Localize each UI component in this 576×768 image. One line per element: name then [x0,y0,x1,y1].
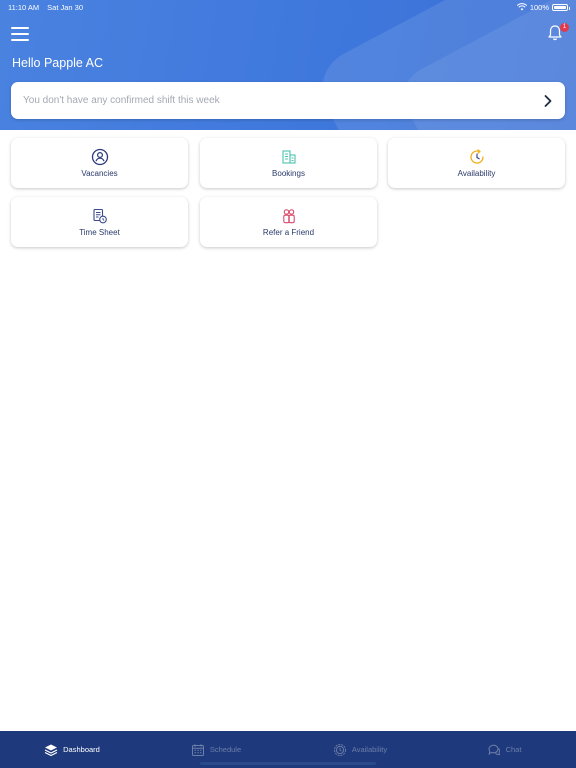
tile-refer-a-friend[interactable]: Refer a Friend [200,197,377,247]
tile-time-sheet[interactable]: Time Sheet [11,197,188,247]
tab-label: Dashboard [63,745,100,754]
menu-line [11,33,29,35]
greeting-text: Hello Papple AC [12,56,104,70]
hamburger-menu-button[interactable] [11,26,29,42]
tab-label: Chat [505,745,522,754]
battery-icon [552,3,570,11]
gear-clock-icon [333,743,346,756]
building-icon [281,150,296,164]
tile-label: Vacancies [81,169,118,178]
person-circle-icon [91,148,108,166]
menu-line [11,27,29,29]
status-bar: 11:10 AM Sat Jan 30 100% [0,0,576,14]
status-date: Sat Jan 30 [47,2,83,12]
tile-availability[interactable]: Availability [388,138,565,188]
layers-icon [44,744,58,756]
menu-line [11,39,29,41]
shift-message: You don't have any confirmed shift this … [23,95,220,106]
status-time: 11:10 AM [8,2,40,12]
timesheet-icon [92,208,107,224]
tab-dashboard[interactable]: Dashboard [0,731,144,768]
tile-bookings[interactable]: Bookings [200,138,377,188]
chevron-right-icon [544,94,552,107]
shift-summary-card[interactable]: You don't have any confirmed shift this … [11,82,565,119]
chat-icon [487,744,500,755]
tab-label: Schedule [209,745,242,754]
tab-label: Availability [351,745,388,754]
people-icon [282,209,295,224]
home-indicator [200,762,376,765]
tab-chat[interactable]: Chat [432,731,576,768]
notification-bell-button[interactable]: 1 [546,23,569,44]
tile-vacancies[interactable]: Vacancies [11,138,188,188]
calendar-icon [191,743,204,756]
notification-badge: 1 [560,23,569,32]
wifi-icon [516,3,527,11]
status-right: 100% [516,2,570,12]
tile-label: Availability [457,169,496,178]
tile-label: Refer a Friend [262,228,315,237]
clock-refresh-icon [469,149,484,164]
battery-percent: 100% [529,2,549,12]
tile-label: Bookings [272,169,305,178]
tile-label: Time Sheet [79,228,120,237]
